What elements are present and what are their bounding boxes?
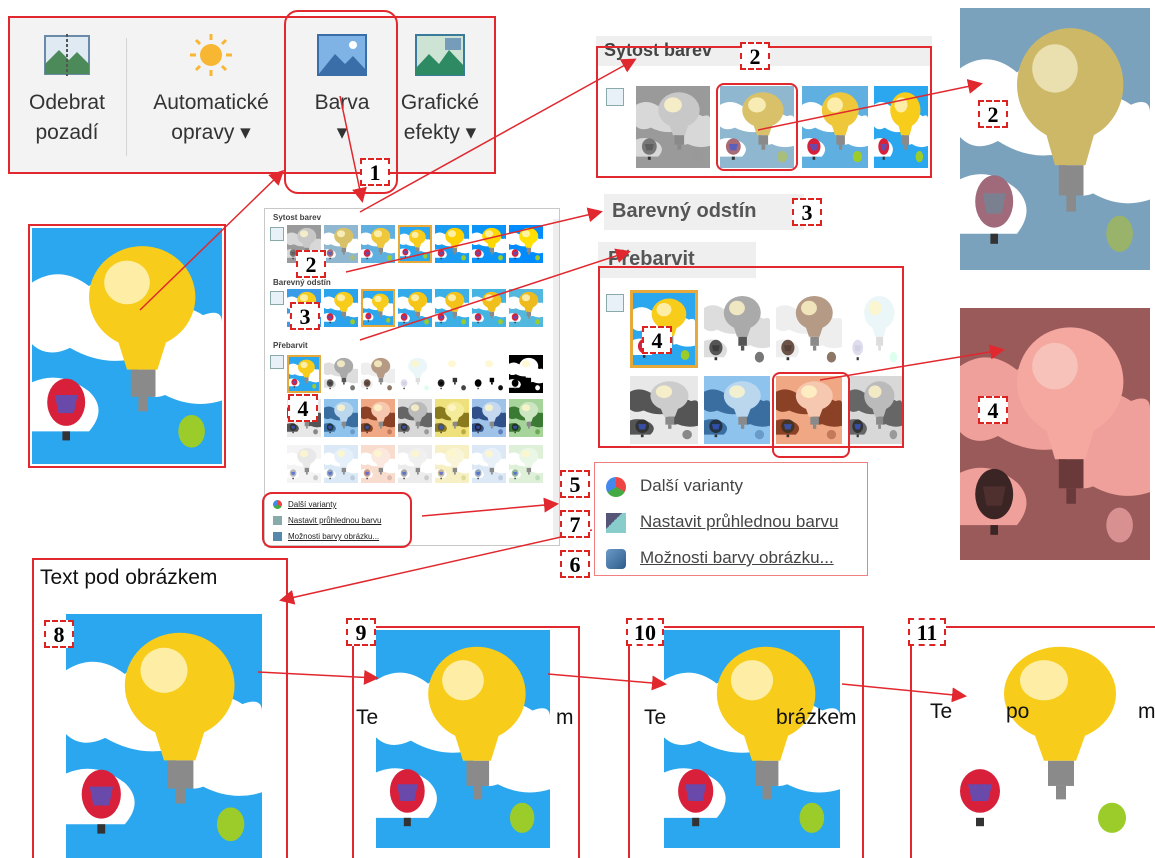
wrap-caption-text: Text pod obrázkem: [40, 566, 218, 589]
zoom-transparent-wand-icon: [606, 512, 626, 533]
zoom-saturation-selection: [716, 83, 798, 171]
wrap-example-9-text-right: m: [556, 706, 574, 729]
zoom-recolor-sepia[interactable]: [776, 290, 842, 368]
zoom-paint-bucket-icon: [606, 548, 626, 569]
menu-items-highlight: [262, 492, 412, 548]
recolor-dark-6-swatch[interactable]: [472, 399, 506, 437]
wrap-example-11-text-right: m: [1138, 700, 1155, 723]
recolor-dark-5-swatch[interactable]: [435, 399, 469, 437]
zoom-tone-header: Barevný odstín: [604, 194, 804, 230]
zoom-color-wheel-icon: [606, 476, 626, 497]
tone-10000k-swatch[interactable]: [472, 289, 506, 327]
tone-6500k-swatch[interactable]: [361, 289, 395, 327]
badge-7: 7: [560, 510, 590, 538]
badge-10: 10: [626, 618, 664, 646]
badge-2-result: 2: [978, 100, 1008, 128]
wrap-example-9-picture: [376, 630, 550, 848]
recolor-light-2-swatch[interactable]: [324, 445, 358, 483]
badge-3-gallery: 3: [290, 302, 320, 330]
badge-1: 1: [360, 158, 390, 186]
gallery-section-saturation: Sytost barev: [273, 213, 322, 222]
badge-4-gallery: 4: [288, 394, 318, 422]
tone-5300k-swatch[interactable]: [324, 289, 358, 327]
recolor-bw75-swatch[interactable]: [509, 355, 543, 393]
tone-section-icon: [270, 291, 284, 305]
wrap-example-10-picture: [664, 630, 840, 848]
zoom-recolor-selection: [772, 372, 850, 458]
recolor-washout-swatch[interactable]: [398, 355, 432, 393]
recolor-dark-4-swatch[interactable]: [398, 399, 432, 437]
zoom-color-options[interactable]: Možnosti barvy obrázku...: [606, 548, 834, 569]
recolor-bw25-swatch[interactable]: [435, 355, 469, 393]
badge-6: 6: [560, 550, 590, 578]
recolor-light-4-swatch[interactable]: [398, 445, 432, 483]
zoom-color-options-label: Možnosti barvy obrázku...: [640, 548, 834, 567]
zoom-more-variations[interactable]: Další varianty: [606, 476, 743, 497]
wrap-example-10-text-right: brázkem: [776, 706, 857, 729]
ribbon-highlight-frame: [8, 16, 496, 174]
recolor-grayscale-swatch[interactable]: [324, 355, 358, 393]
badge-4-zoom: 4: [642, 326, 672, 354]
zoom-saturation-66[interactable]: [802, 86, 868, 168]
wrap-example-11-text-left: Te: [930, 700, 953, 723]
saturation-33-swatch[interactable]: [324, 225, 358, 263]
zoom-saturation-0[interactable]: [636, 86, 710, 168]
zoom-recolor-washout[interactable]: [848, 290, 902, 368]
recolor-dark-3-swatch[interactable]: [361, 399, 395, 437]
badge-2-zoom: 2: [740, 42, 770, 70]
badge-5: 5: [560, 470, 590, 498]
zoom-saturation-100[interactable]: [874, 86, 928, 168]
wrap-example-8-picture: [66, 614, 262, 858]
badge-11: 11: [908, 618, 946, 646]
zoom-recolor-dark-gray2[interactable]: [848, 376, 902, 444]
zoom-recolor-grayscale[interactable]: [704, 290, 770, 368]
saturation-200-swatch[interactable]: [472, 225, 506, 263]
zoom-set-transparent-label: Nastavit průhlednou barvu: [640, 512, 839, 531]
zoom-recolor-dark-gray[interactable]: [630, 376, 698, 444]
recolor-light-3-swatch[interactable]: [361, 445, 395, 483]
recolor-dark-2-swatch[interactable]: [324, 399, 358, 437]
badge-4-result: 4: [978, 396, 1008, 424]
result-desaturated-picture: [960, 8, 1150, 270]
source-picture: [32, 228, 222, 464]
recolor-none-swatch[interactable]: [287, 355, 321, 393]
wrap-example-11-text-mid: po: [1006, 700, 1030, 723]
recolor-light-7-swatch[interactable]: [509, 445, 543, 483]
badge-8: 8: [44, 620, 74, 648]
saturation-66-swatch[interactable]: [361, 225, 395, 263]
wrap-example-9-text-left: Te: [356, 706, 379, 729]
saturation-section-icon: [270, 227, 284, 241]
zoom-saturation-icon: [606, 88, 624, 106]
zoom-recolor-icon: [606, 294, 624, 312]
saturation-133-swatch[interactable]: [435, 225, 469, 263]
recolor-bw50-swatch[interactable]: [472, 355, 506, 393]
recolor-sepia-swatch[interactable]: [361, 355, 395, 393]
gallery-section-recolor: Přebarvit: [273, 341, 308, 350]
recolor-section-icon: [270, 355, 284, 369]
badge-2-gallery: 2: [296, 250, 326, 278]
zoom-tone-title: Barevný odstín: [612, 200, 757, 222]
badge-3-zoom: 3: [792, 198, 822, 226]
recolor-light-5-swatch[interactable]: [435, 445, 469, 483]
zoom-set-transparent[interactable]: Nastavit průhlednou barvu: [606, 512, 838, 533]
tone-11200k-swatch[interactable]: [509, 289, 543, 327]
zoom-more-variations-label: Další varianty: [640, 476, 743, 495]
badge-9: 9: [346, 618, 376, 646]
saturation-300-swatch[interactable]: [509, 225, 543, 263]
recolor-light-6-swatch[interactable]: [472, 445, 506, 483]
recolor-dark-7-swatch[interactable]: [509, 399, 543, 437]
zoom-recolor-dark-blue[interactable]: [704, 376, 770, 444]
saturation-100-swatch[interactable]: [398, 225, 432, 263]
gallery-section-tone: Barevný odstín: [273, 278, 331, 287]
result-recolored-picture: [960, 308, 1150, 560]
wrap-example-11-picture: [944, 630, 1144, 848]
tone-8800k-swatch[interactable]: [435, 289, 469, 327]
gallery-scrollbar[interactable]: [553, 219, 559, 537]
wrap-example-10-text-left: Te: [644, 706, 667, 729]
tone-7200k-swatch[interactable]: [398, 289, 432, 327]
recolor-light-1-swatch[interactable]: [287, 445, 321, 483]
